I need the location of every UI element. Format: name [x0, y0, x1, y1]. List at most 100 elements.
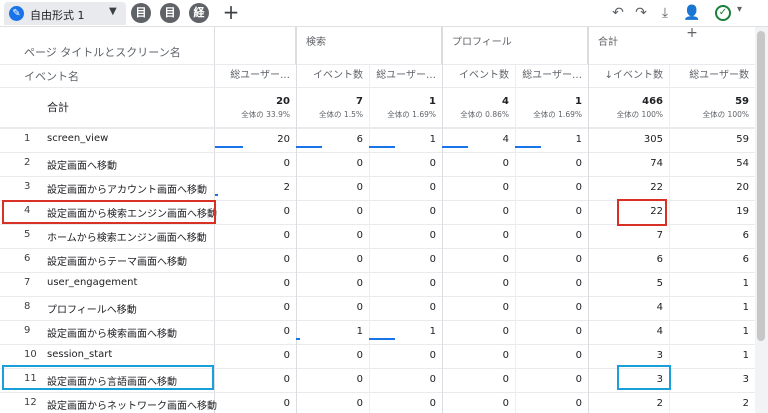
column-header[interactable]: 総ユーザー… [369, 65, 442, 87]
table-cell: 0 [442, 272, 515, 296]
table-cell: 74 [588, 152, 669, 176]
table-cell: 0 [296, 368, 369, 392]
cell-bar [369, 338, 395, 340]
column-header[interactable]: 総ユーザー… [515, 65, 588, 87]
column-header[interactable]: ↓イベント数 [588, 65, 669, 87]
table-row[interactable]: 8 プロフィールへ移動 [0, 296, 215, 320]
chevron-down-icon[interactable]: ▼ [109, 6, 117, 17]
dimension-subtitle[interactable]: イベント名 [24, 68, 79, 84]
table-cell: 3 [669, 368, 755, 392]
cell-value: 1 [356, 326, 363, 337]
redo-icon[interactable]: ↷ [632, 3, 650, 23]
cell-value: 0 [429, 374, 436, 385]
cell-value: 0 [502, 182, 509, 193]
table-cell: 5 [588, 272, 669, 296]
total-value: 1 [429, 96, 436, 107]
cell-value: 3 [742, 374, 749, 385]
table-cell: 59 [669, 128, 755, 152]
scrollbar-thumb[interactable] [757, 31, 765, 341]
table-row[interactable]: 9 設定画面から検索画面へ移動 [0, 320, 215, 344]
total-percent: 全体の 100% [702, 110, 749, 119]
table-cell: 1 [515, 128, 588, 152]
check-button[interactable]: ✓ ▾ [713, 3, 753, 23]
cell-value: 0 [502, 326, 509, 337]
toolbar: ✎ 自由形式 1 ▼ 目 目 経 + ↶ ↷ ⤓ 👤+ ✓ ▾ [0, 0, 768, 41]
download-icon[interactable]: ⤓ [656, 3, 674, 23]
table-cell: 7 [588, 224, 669, 248]
table-cell: 4 [588, 296, 669, 320]
table-cell: 0 [515, 368, 588, 392]
cell-value: 0 [356, 350, 363, 361]
cell-value: 0 [356, 158, 363, 169]
table-cell: 0 [369, 200, 442, 224]
table-row[interactable]: 5 ホームから検索エンジン画面へ移動 [0, 224, 215, 248]
table-cell: 54 [669, 152, 755, 176]
row-number: 8 [24, 301, 31, 312]
table-cell: 0 [515, 200, 588, 224]
share-user-icon[interactable]: 👤+ [681, 3, 703, 41]
table-cell: 4 [588, 320, 669, 344]
table-row[interactable]: 2 設定画面へ移動 [0, 152, 215, 176]
table-cell: 1 [669, 344, 755, 368]
total-value: 59 [735, 96, 749, 107]
cell-value: 5 [656, 278, 663, 289]
table-row[interactable]: 1 screen_view [0, 128, 215, 152]
cell-value: 0 [356, 398, 363, 409]
cell-bar [215, 194, 218, 196]
table-cell: 2 [669, 392, 755, 413]
cell-value: 0 [575, 230, 582, 241]
add-tab-icon[interactable]: + [221, 1, 241, 23]
table-row[interactable]: 12 設定画面からネットワーク画面へ移動 [0, 392, 217, 413]
cell-value: 0 [283, 374, 290, 385]
row-number: 10 [24, 349, 37, 360]
cell-value: 54 [736, 158, 749, 169]
dimension-title[interactable]: ページ タイトルとスクリーン名 [24, 44, 181, 60]
cell-value: 7 [656, 230, 663, 241]
cell-value: 74 [650, 158, 663, 169]
column-total: 466 全体の 100% [588, 91, 669, 127]
table-cell: 0 [296, 152, 369, 176]
cell-value: 0 [429, 158, 436, 169]
column-header[interactable]: イベント数 [442, 65, 515, 87]
undo-icon[interactable]: ↶ [609, 3, 627, 23]
cell-value: 0 [283, 230, 290, 241]
table-cell: 0 [442, 176, 515, 200]
total-label: 合計 [47, 101, 69, 114]
cell-value: 0 [575, 158, 582, 169]
cell-value: 1 [429, 134, 436, 145]
vertical-scrollbar[interactable] [755, 27, 768, 413]
table-cell: 0 [442, 152, 515, 176]
table-cell: 0 [296, 248, 369, 272]
table-row[interactable]: 6 設定画面からテーマ画面へ移動 [0, 248, 215, 272]
cell-bar [515, 146, 541, 148]
table-cell: 0 [369, 296, 442, 320]
tab-round-2[interactable]: 目 [160, 3, 180, 23]
table-cell: 0 [515, 344, 588, 368]
cell-value: 0 [283, 254, 290, 265]
tab-round-3[interactable]: 経 [189, 3, 209, 23]
table-cell: 19 [669, 200, 755, 224]
cell-bar [215, 146, 243, 148]
tab-round-1[interactable]: 目 [131, 3, 151, 23]
table-row[interactable]: 7 user_engagement [0, 272, 215, 296]
total-value: 4 [502, 96, 509, 107]
table-cell: 0 [442, 248, 515, 272]
column-total: 7 全体の 1.5% [296, 91, 369, 127]
cell-value: 0 [283, 398, 290, 409]
cell-value: 0 [429, 182, 436, 193]
metric-area: 検索 プロフィール 合計 総ユーザー… 20 全体の 33.9% 20 0 2 0 0 0 0 0 0… [215, 27, 755, 413]
tab-freeform[interactable]: ✎ 自由形式 1 ▼ [4, 2, 126, 25]
table-row[interactable]: 3 設定画面からアカウント画面へ移動 [0, 176, 215, 200]
cell-bar [296, 146, 322, 148]
column-header[interactable]: 総ユーザー数 [669, 65, 755, 87]
table-cell: 2 [588, 392, 669, 413]
cell-value: 1 [742, 350, 749, 361]
table-cell: 0 [215, 248, 296, 272]
cell-value: 0 [575, 398, 582, 409]
table-cell: 22 [588, 176, 669, 200]
table-cell: 2 [215, 176, 296, 200]
cell-value: 0 [429, 230, 436, 241]
column-header[interactable]: 総ユーザー… [215, 65, 296, 87]
column-header[interactable]: イベント数 [296, 65, 369, 87]
table-cell: 0 [442, 320, 515, 344]
